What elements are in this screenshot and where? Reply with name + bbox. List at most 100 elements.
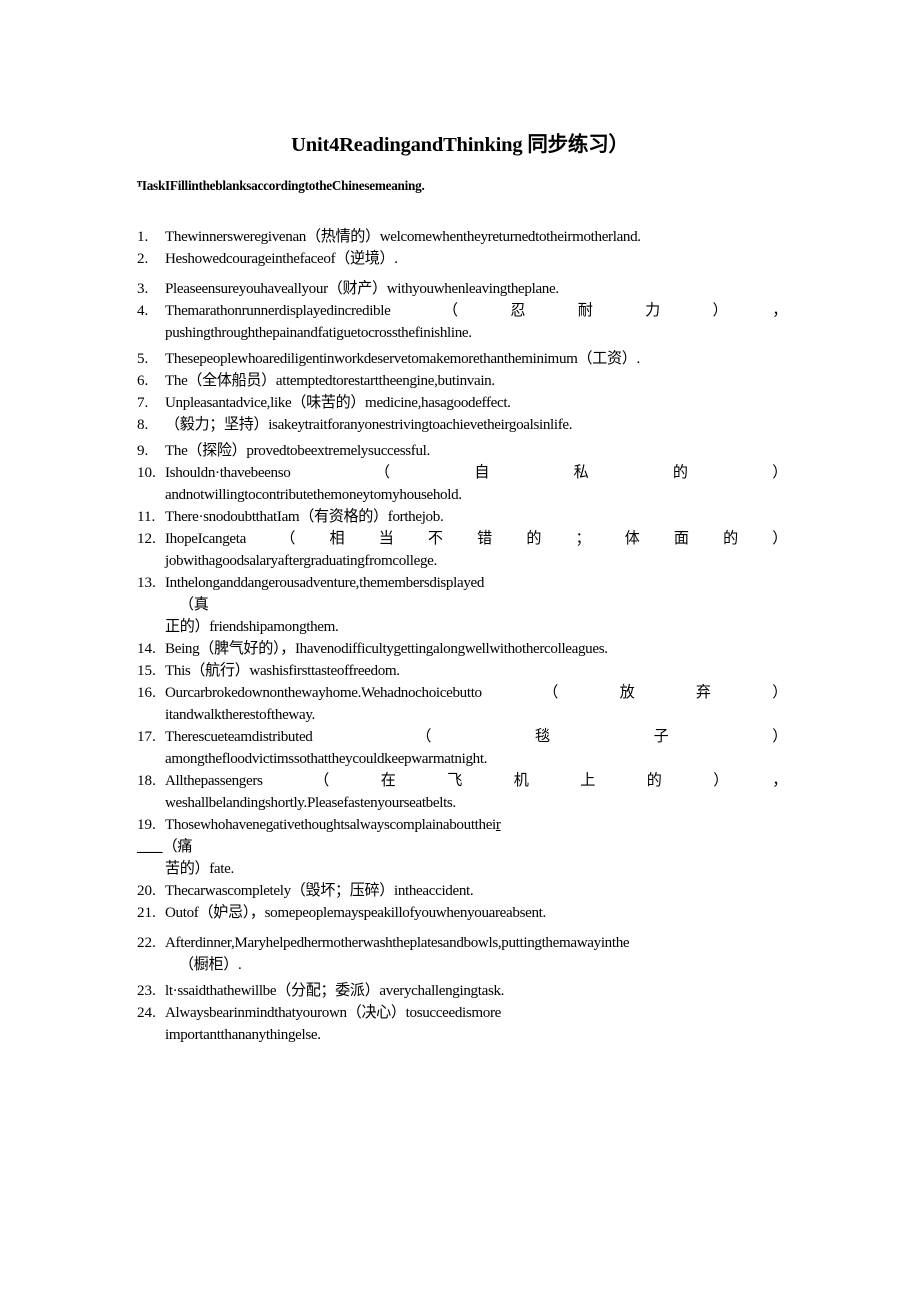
exercise-text: Being（脾气好的），Ihavenodifficultygettingalon… [165, 638, 787, 660]
exercise-item: 5. Thesepeoplewhoarediligentinworkdeserve… [137, 348, 787, 370]
exercise-line: Being（脾气好的），Ihavenodifficultygettingalon… [165, 641, 608, 657]
exercise-number: 24. [137, 1005, 156, 1021]
exercise-text: IhopeIcangeta（相当不错的；体面的） jobwithagoodsala… [165, 528, 787, 572]
exercise-number: 10. [137, 465, 156, 481]
exercise-line: andnotwillingtocontributethemoneytomyhou… [165, 487, 462, 503]
exercise-number: 3. [137, 281, 149, 297]
exercise-number: 9. [137, 443, 149, 459]
exercise-text: lt·ssaidthathewillbe（分配；委派）averychalleng… [165, 980, 787, 1002]
exercise-number: 18. [137, 773, 156, 789]
exercise-text: （毅力；坚持）isakeytraitforanyonestrivingtoach… [165, 414, 787, 436]
exercise-item: 8. （毅力；坚持）isakeytraitforanyonestrivingtoa… [137, 414, 787, 436]
exercise-number: 5. [137, 351, 149, 367]
exercise-item: 16. Ourcarbrokedownonthewayhome.Wehadnoch… [137, 682, 787, 726]
exercise-item: 10. Ishouldn·thavebeenso（自私的） andnotwillin… [137, 462, 787, 506]
exercise-number: 4. [137, 303, 149, 319]
exercise-number: 13. [137, 575, 156, 591]
exercise-number: 15. [137, 663, 156, 679]
exercise-text: Ourcarbrokedownonthewayhome.Wehadnochoic… [165, 682, 787, 726]
exercise-item: 12. IhopeIcangeta（相当不错的；体面的） jobwithagoods… [137, 528, 787, 572]
exercise-item: 19. Thosewhohavenegativethoughtsalwayscom… [137, 814, 787, 880]
exercise-text: Unpleasantadvice,like（味苦的）medicine,hasag… [165, 392, 787, 414]
task-heading: ᵀIaskIFillintheblanksaccordingtotheChine… [137, 178, 425, 193]
exercise-item: 23. lt·ssaidthathewillbe（分配；委派）averychall… [137, 980, 787, 1002]
exercise-number: 21. [137, 905, 156, 921]
exercise-line-continued: （真 [179, 597, 209, 613]
exercise-item: 21. Outof（妒忌），somepeoplemayspeakillofyouw… [137, 902, 787, 924]
exercise-item: 17. Therescueteamdistributed（毯子） amongthef… [137, 726, 787, 770]
exercise-item: 6. The（全体船员）attemptedtorestarttheengine,b… [137, 370, 787, 392]
exercise-item: 14. Being（脾气好的），Ihavenodifficultygettinga… [137, 638, 787, 660]
exercise-line: The（全体船员）attemptedtorestarttheengine,but… [165, 373, 495, 389]
exercise-line: jobwithagoodsalaryaftergraduatingfromcol… [165, 553, 437, 569]
exercise-text: Therescueteamdistributed（毯子） amongthefloo… [165, 726, 787, 770]
exercise-item: 24. Alwaysbearinmindthatyourown（决心）tosucc… [137, 1002, 787, 1046]
exercise-line-justified: Allthepassengers（在飞机上的）， [165, 773, 787, 789]
exercise-number: 1. [137, 229, 149, 245]
exercise-line: Thecarwascompletely（毁坏；压碎）intheaccident. [165, 883, 474, 899]
exercise-text: Ishouldn·thavebeenso（自私的） andnotwillingto… [165, 462, 787, 506]
exercise-number: 7. [137, 395, 149, 411]
exercise-line: This（航行）washisfirsttasteoffreedom. [165, 663, 400, 679]
exercise-number: 2. [137, 251, 149, 267]
exercise-text: Outof（妒忌），somepeoplemayspeakillofyouwhen… [165, 902, 787, 924]
exercise-number: 17. [137, 729, 156, 745]
exercise-line-justified: IhopeIcangeta（相当不错的；体面的） [165, 531, 787, 547]
exercise-item: 11. There·snodoubtthatIam（有资格的）forthejob. [137, 506, 787, 528]
exercise-number: 12. [137, 531, 156, 547]
exercise-line: （毅力；坚持）isakeytraitforanyonestrivingtoach… [165, 417, 573, 433]
exercise-list: 1. Thewinnersweregivenan（热情的）welcomewhent… [137, 226, 787, 1046]
page-title: Unit4ReadingandThinking 同步练习） [291, 133, 629, 156]
exercise-text: The（探险）provedtobeextremelysuccessful. [165, 440, 787, 462]
exercise-line-justified: Ishouldn·thavebeenso（自私的） [165, 465, 787, 481]
exercise-number: 8. [137, 417, 149, 433]
exercise-number: 23. [137, 983, 156, 999]
exercise-number: 16. [137, 685, 156, 701]
exercise-number: 14. [137, 641, 156, 657]
exercise-item: 13. Inthelonganddangerousadventure,themem… [137, 572, 787, 638]
exercise-item: 2. Heshowedcourageinthefaceof（逆境）. [137, 248, 787, 270]
exercise-line: importantthananythingelse. [165, 1027, 321, 1043]
exercise-text: This（航行）washisfirsttasteoffreedom. [165, 660, 787, 682]
exercise-item: 4. Themarathonrunnerdisplayedincredible（忍… [137, 300, 787, 344]
exercise-number: 6. [137, 373, 149, 389]
exercise-line: 正的）friendshipamongthem. [165, 619, 339, 635]
exercise-item: 22. Afterdinner,Maryhelpedhermotherwashth… [137, 932, 787, 976]
exercise-text: Thesepeoplewhoarediligentinworkdeserveto… [165, 348, 787, 370]
exercise-line: weshallbelandingshortly.Pleasefastenyour… [165, 795, 456, 811]
exercise-item: 1. Thewinnersweregivenan（热情的）welcomewhent… [137, 226, 787, 248]
exercise-text: Afterdinner,Maryhelpedhermotherwashthepl… [165, 932, 787, 976]
exercise-line: Pleaseensureyouhaveallyour（财产）withyouwhe… [165, 281, 559, 297]
exercise-text: Inthelonganddangerousadventure,themember… [165, 572, 787, 638]
exercise-line: The（探险）provedtobeextremelysuccessful. [165, 443, 430, 459]
exercise-text: Thewinnersweregivenan（热情的）welcomewhenthe… [165, 226, 787, 248]
exercise-number: 22. [137, 935, 156, 951]
exercise-text: The（全体船员）attemptedtorestarttheengine,but… [165, 370, 787, 392]
exercise-line: 苦的）fate. [165, 861, 234, 877]
exercise-text: There·snodoubtthatIam（有资格的）forthejob. [165, 506, 787, 528]
exercise-line: lt·ssaidthathewillbe（分配；委派）averychalleng… [165, 983, 505, 999]
exercise-text: Themarathonrunnerdisplayedincredible（忍耐力… [165, 300, 787, 344]
exercise-line: Afterdinner,Maryhelpedhermotherwashthepl… [165, 935, 630, 951]
exercise-line: Alwaysbearinmindthatyourown（决心）tosucceed… [165, 1005, 502, 1021]
exercise-line-justified: Themarathonrunnerdisplayedincredible（忍耐力… [165, 303, 787, 319]
exercise-item: 18. Allthepassengers（在飞机上的）， weshallbeland… [137, 770, 787, 814]
answer-blank-underline: r [495, 817, 501, 833]
exercise-number: 19. [137, 817, 156, 833]
exercise-line: Heshowedcourageinthefaceof（逆境）. [165, 251, 398, 267]
exercise-line: Thewinnersweregivenan（热情的）welcomewhenthe… [165, 229, 641, 245]
exercise-item: 9. The（探险）provedtobeextremelysuccessful. [137, 440, 787, 462]
exercise-line: itandwalktherestoftheway. [165, 707, 315, 723]
exercise-line: Inthelonganddangerousadventure,themember… [165, 575, 485, 591]
exercise-line: amongthefloodvictimssothattheycouldkeepw… [165, 751, 488, 767]
exercise-text: Allthepassengers（在飞机上的）， weshallbelanding… [165, 770, 787, 814]
exercise-line: Outof（妒忌），somepeoplemayspeakillofyouwhen… [165, 905, 546, 921]
exercise-line-underlined: Thosewhohavenegativethoughtsalwayscompla… [165, 817, 501, 833]
exercise-item: 3. Pleaseensureyouhaveallyour（财产）withyouw… [137, 278, 787, 300]
exercise-line: Unpleasantadvice,like（味苦的）medicine,hasag… [165, 395, 511, 411]
exercise-line: Thesepeoplewhoarediligentinworkdeserveto… [165, 351, 640, 367]
exercise-item: 7. Unpleasantadvice,like（味苦的）medicine,has… [137, 392, 787, 414]
exercise-text: Pleaseensureyouhaveallyour（财产）withyouwhe… [165, 278, 787, 300]
exercise-line: pushingthroughthepainandfatiguetocrossth… [165, 325, 472, 341]
exercise-text: Heshowedcourageinthefaceof（逆境）. [165, 248, 787, 270]
